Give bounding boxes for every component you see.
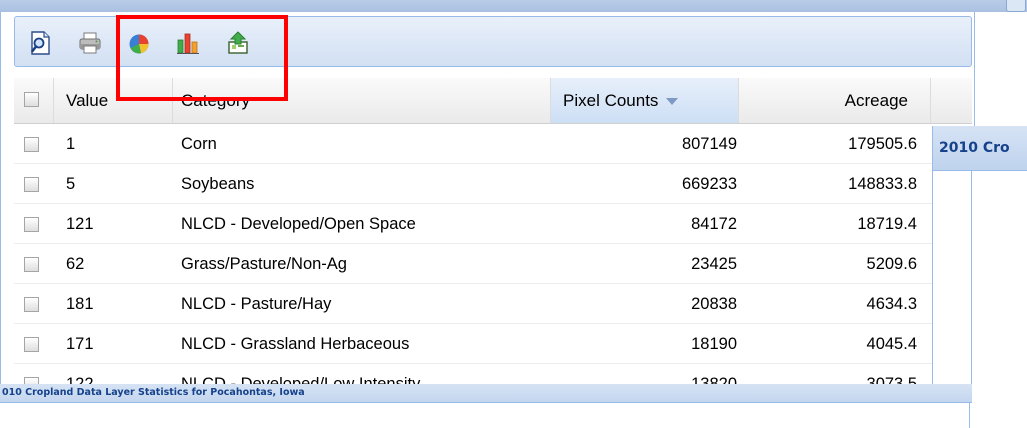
cell-pixel-counts: 669233 <box>681 175 737 193</box>
column-header-value[interactable]: Value <box>54 78 173 123</box>
column-header-acreage-label: Acreage <box>844 91 908 110</box>
cell-category: NLCD - Developed/Open Space <box>181 215 416 233</box>
bar-chart-icon[interactable] <box>175 30 201 56</box>
cell-acreage: 5209.6 <box>866 255 917 273</box>
row-checkbox[interactable] <box>24 337 39 352</box>
chart-bottom-panel-title: 010 Cropland Data Layer Statistics for P… <box>2 387 305 398</box>
column-header-pixel-counts[interactable]: Pixel Counts <box>551 78 739 123</box>
chart-bottom-panel-body <box>0 403 970 428</box>
table-row[interactable]: 1 Corn 807149 179505.6 <box>14 124 972 164</box>
row-checkbox[interactable] <box>24 217 39 232</box>
cell-category: NLCD - Grassland Herbaceous <box>181 335 410 353</box>
cell-acreage: 18719.4 <box>857 215 917 233</box>
window-tool-button[interactable] <box>1006 0 1026 12</box>
checkbox-header-cell <box>14 78 54 123</box>
chart-side-panel: 2010 Cro <box>932 126 1027 428</box>
grid-column-header: Value Category Pixel Counts Acreage <box>14 78 972 124</box>
cell-value: 121 <box>66 215 94 233</box>
cell-pixel-counts: 84172 <box>691 215 737 233</box>
cell-pixel-counts: 23425 <box>691 255 737 273</box>
chart-side-panel-header[interactable]: 2010 Cro <box>933 126 1027 171</box>
cell-value: 62 <box>66 255 85 273</box>
cell-value: 171 <box>66 335 94 353</box>
column-header-pixel-counts-label: Pixel Counts <box>563 91 659 110</box>
cell-value: 181 <box>66 295 94 313</box>
cell-pixel-counts: 18190 <box>691 335 737 353</box>
grid-toolbar <box>14 16 972 67</box>
cell-acreage: 4634.3 <box>866 295 917 313</box>
cell-value: 1 <box>66 135 76 153</box>
table-row[interactable]: 5 Soybeans 669233 148833.8 <box>14 164 972 204</box>
cell-category: Grass/Pasture/Non-Ag <box>181 255 347 273</box>
cell-category: Soybeans <box>181 175 255 193</box>
cell-acreage: 179505.6 <box>848 135 917 153</box>
column-header-category[interactable]: Category <box>173 78 551 123</box>
column-header-value-label: Value <box>66 91 109 110</box>
row-checkbox[interactable] <box>24 257 39 272</box>
chart-bottom-panel: 010 Cropland Data Layer Statistics for P… <box>0 384 972 428</box>
table-row[interactable]: 121 NLCD - Developed/Open Space 84172 18719… <box>14 204 972 244</box>
export-icon[interactable] <box>225 30 251 56</box>
row-checkbox[interactable] <box>24 177 39 192</box>
table-row[interactable]: 181 NLCD - Pasture/Hay 20838 4634.3 <box>14 284 972 324</box>
sort-descending-icon <box>666 98 679 106</box>
cell-acreage: 4045.4 <box>866 335 917 353</box>
window-top-strip <box>0 0 1027 12</box>
chart-bottom-panel-header[interactable]: 010 Cropland Data Layer Statistics for P… <box>0 384 972 403</box>
column-header-category-label: Category <box>181 91 250 110</box>
print-icon[interactable] <box>77 30 103 56</box>
row-checkbox[interactable] <box>24 297 39 312</box>
preview-icon[interactable] <box>27 30 53 56</box>
row-checkbox[interactable] <box>24 137 39 152</box>
column-header-acreage[interactable]: Acreage <box>739 78 931 123</box>
cell-acreage: 148833.8 <box>848 175 917 193</box>
header-spacer-cell <box>931 78 972 123</box>
cell-pixel-counts: 807149 <box>681 135 737 153</box>
chart-side-panel-title: 2010 Cro <box>939 140 1010 156</box>
pie-chart-icon[interactable] <box>126 30 152 56</box>
cell-pixel-counts: 20838 <box>691 295 737 313</box>
cell-value: 5 <box>66 175 76 193</box>
table-row[interactable]: 171 NLCD - Grassland Herbaceous 18190 4045.… <box>14 324 972 364</box>
cell-category: Corn <box>181 135 217 153</box>
table-row[interactable]: 62 Grass/Pasture/Non-Ag 23425 5209.6 <box>14 244 972 284</box>
cell-category: NLCD - Pasture/Hay <box>181 295 332 313</box>
